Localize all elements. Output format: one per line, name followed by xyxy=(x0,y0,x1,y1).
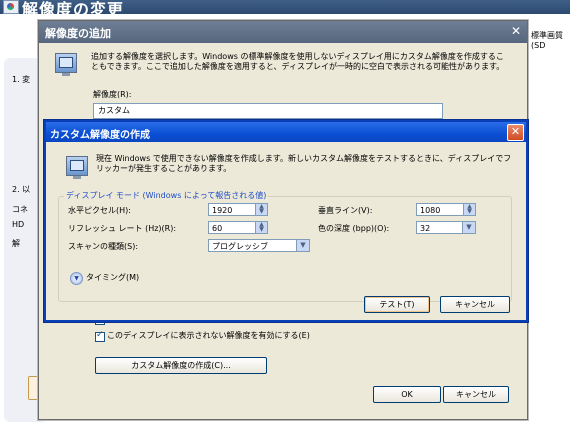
horizontal-pixels-stepper[interactable]: 1920 ▲ ▼ xyxy=(208,203,268,216)
refresh-rate-label: リフレッシュ レート (Hz)(R): xyxy=(68,224,177,233)
close-icon[interactable]: ✕ xyxy=(509,24,523,38)
display-mode-group-title: ディスプレイ モード (Windows によって報告される値) xyxy=(64,190,269,201)
background-window-title: 解像度の変更 xyxy=(22,0,125,19)
create-custom-resolution-button[interactable]: カスタム解像度の作成(C)... xyxy=(95,357,267,374)
vertical-lines-value: 1080 xyxy=(420,206,441,215)
monitor-icon xyxy=(66,156,88,179)
scan-type-select[interactable]: プログレッシブ ▼ xyxy=(208,239,310,252)
custom-dialog-titlebar[interactable]: カスタム解像度の作成 ✕ xyxy=(46,122,526,142)
background-section-2: 2. 以 xyxy=(12,185,31,194)
close-icon[interactable]: ✕ xyxy=(507,124,524,141)
resolution-label: 解像度(R): xyxy=(93,90,132,99)
spin-arrows-icon[interactable]: ▲ ▼ xyxy=(463,204,475,215)
chevron-down-icon[interactable]: ▼ xyxy=(296,240,309,251)
horizontal-pixels-label: 水平ピクセル(H): xyxy=(68,206,131,215)
refresh-rate-value: 60 xyxy=(212,224,223,233)
test-button[interactable]: テスト(T) xyxy=(364,296,430,313)
dialog-description: 追加する解像度を選択します。Windows の標準解像度を使用しないディスプレイ… xyxy=(91,52,505,71)
background-partial-text: 標準画質 (SD xyxy=(531,31,563,50)
resolution-value: カスタム xyxy=(98,106,130,115)
spin-arrows-icon[interactable]: ▲ ▼ xyxy=(255,222,267,233)
monitor-icon xyxy=(55,53,77,76)
scan-type-value: プログレッシブ xyxy=(212,242,268,251)
color-depth-value: 32 xyxy=(420,224,431,233)
enable-unsupported-checkbox[interactable] xyxy=(95,330,105,342)
resolution-field[interactable]: カスタム xyxy=(93,103,443,119)
expand-timing-icon[interactable]: ▼ xyxy=(70,272,83,285)
background-side-label: 解 xyxy=(12,239,20,248)
refresh-rate-stepper[interactable]: 60 ▲ ▼ xyxy=(208,221,268,234)
timing-label[interactable]: タイミング(M) xyxy=(86,272,139,283)
ok-button[interactable]: OK xyxy=(373,386,441,403)
custom-resolution-dialog: カスタム解像度の作成 ✕ 現在 Windows で使用できない解像度を作成します… xyxy=(44,120,528,322)
cancel-button[interactable]: キャンセル xyxy=(443,386,509,403)
dialog-titlebar[interactable]: 解像度の追加 ✕ xyxy=(39,21,527,43)
custom-dialog-description: 現在 Windows で使用できない解像度を作成します。新しいカスタム解像度をテ… xyxy=(96,154,512,173)
spin-arrows-icon[interactable]: ▲ ▼ xyxy=(255,204,267,215)
enable-unsupported-label: このディスプレイに表示されない解像度を有効にする(E) xyxy=(107,331,310,340)
background-section-1: 1. 変 xyxy=(12,75,31,84)
background-side-label: HD xyxy=(12,220,25,229)
display-settings-logo-icon xyxy=(3,0,19,14)
vertical-lines-label: 垂直ライン(V): xyxy=(318,206,373,215)
background-side-label: コネ xyxy=(12,205,28,214)
chevron-down-icon[interactable]: ▼ xyxy=(462,222,475,233)
color-depth-label: 色の深度 (bpp)(O): xyxy=(318,224,390,233)
custom-dialog-title: カスタム解像度の作成 xyxy=(50,130,150,141)
scan-type-label: スキャンの種類(S): xyxy=(68,242,139,251)
horizontal-pixels-value: 1920 xyxy=(212,206,233,215)
vertical-lines-stepper[interactable]: 1080 ▲ ▼ xyxy=(416,203,476,216)
color-depth-select[interactable]: 32 ▼ xyxy=(416,221,476,234)
cancel-button[interactable]: キャンセル xyxy=(440,296,510,313)
dialog-title: 解像度の追加 xyxy=(45,27,111,40)
